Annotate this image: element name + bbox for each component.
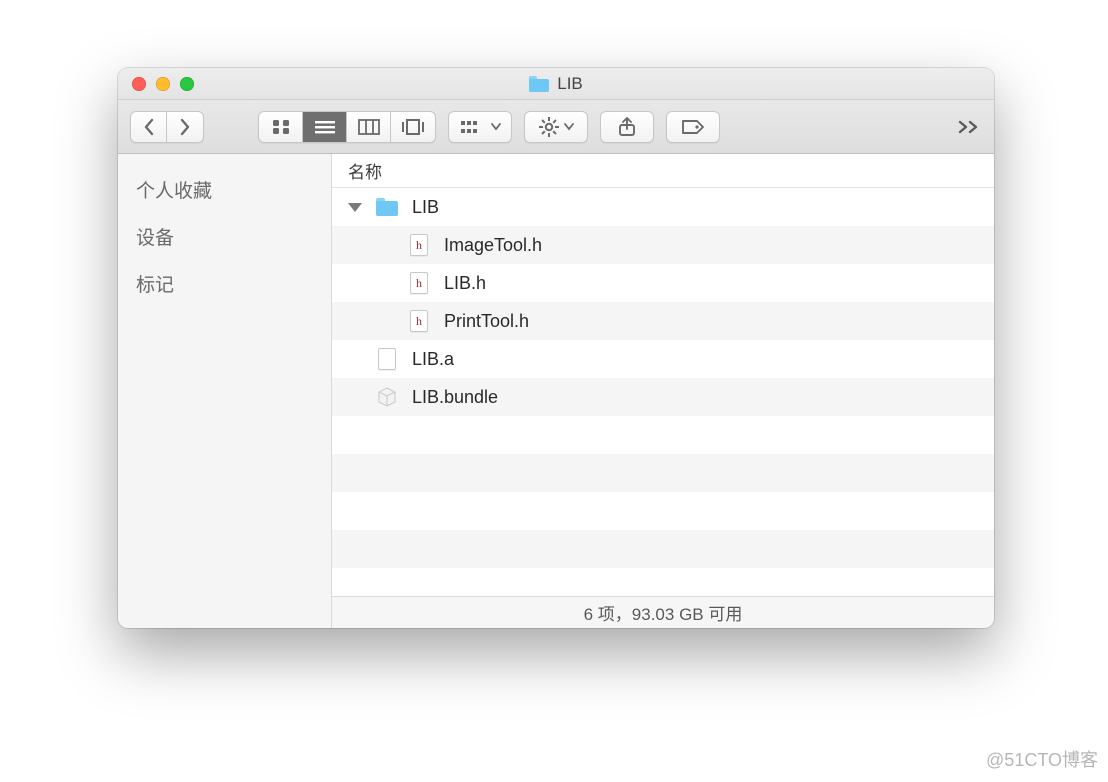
view-gallery-button[interactable]: [391, 112, 435, 142]
window-body: 个人收藏 设备 标记 名称 LIB ImageTool.h: [118, 154, 994, 628]
sidebar-item-devices[interactable]: 设备: [118, 213, 331, 260]
file-name-label: LIB.bundle: [412, 387, 498, 408]
folder-icon: [376, 196, 398, 218]
nav-segment: [130, 111, 204, 143]
more-toolbar-icon[interactable]: [956, 120, 982, 134]
grid-icon: [271, 119, 291, 135]
columns-icon: [358, 119, 380, 135]
file-name-label: ImageTool.h: [444, 235, 542, 256]
view-columns-button[interactable]: [347, 112, 391, 142]
column-header-name[interactable]: 名称: [332, 154, 994, 188]
tag-icon: [680, 118, 706, 136]
chevron-down-icon: [491, 123, 501, 131]
watermark-text: @51CTO博客: [986, 746, 1098, 772]
empty-rows: [332, 416, 994, 596]
window-controls: [132, 77, 194, 91]
bundle-icon: [376, 386, 398, 408]
file-icon: [376, 348, 398, 370]
chevron-down-icon: [564, 123, 574, 131]
share-button[interactable]: [600, 111, 654, 143]
forward-button[interactable]: [167, 112, 203, 142]
list-row-folder[interactable]: LIB: [332, 188, 994, 226]
sidebar-item-label: 个人收藏: [136, 181, 212, 202]
window-title: LIB: [118, 68, 994, 99]
list-row-file[interactable]: ImageTool.h: [332, 226, 994, 264]
status-bar: 6 项，93.03 GB 可用: [332, 596, 994, 628]
finder-window: LIB: [118, 68, 994, 628]
content-pane: 名称 LIB ImageTool.h LIB.h: [332, 154, 994, 628]
close-button[interactable]: [132, 77, 146, 91]
chevron-right-icon: [179, 118, 191, 136]
header-file-icon: [408, 310, 430, 332]
header-file-icon: [408, 272, 430, 294]
minimize-button[interactable]: [156, 77, 170, 91]
toolbar: [118, 100, 994, 154]
list-row-file[interactable]: PrintTool.h: [332, 302, 994, 340]
gear-icon: [539, 117, 559, 137]
view-list-button[interactable]: [303, 112, 347, 142]
list-icon: [314, 119, 336, 135]
tag-button[interactable]: [666, 111, 720, 143]
status-text: 6 项，93.03 GB 可用: [584, 600, 743, 625]
zoom-button[interactable]: [180, 77, 194, 91]
view-icons-button[interactable]: [259, 112, 303, 142]
file-name-label: PrintTool.h: [444, 311, 529, 332]
group-button[interactable]: [448, 111, 512, 143]
group-icon: [460, 119, 486, 135]
file-name-label: LIB.h: [444, 273, 486, 294]
view-segment: [258, 111, 436, 143]
header-file-icon: [408, 234, 430, 256]
list-row-file[interactable]: LIB.h: [332, 264, 994, 302]
window-title-text: LIB: [557, 74, 583, 94]
sidebar-item-favorites[interactable]: 个人收藏: [118, 166, 331, 213]
back-button[interactable]: [131, 112, 167, 142]
sidebar-item-label: 标记: [136, 275, 174, 296]
file-name-label: LIB: [412, 197, 439, 218]
folder-icon: [529, 76, 549, 92]
file-name-label: LIB.a: [412, 349, 454, 370]
titlebar: LIB: [118, 68, 994, 100]
disclosure-triangle-icon[interactable]: [348, 203, 362, 212]
action-button[interactable]: [524, 111, 588, 143]
sidebar-item-tags[interactable]: 标记: [118, 260, 331, 307]
sidebar-item-label: 设备: [136, 228, 174, 249]
column-header-label: 名称: [348, 158, 382, 183]
chevron-left-icon: [143, 118, 155, 136]
list-row-file[interactable]: LIB.a: [332, 340, 994, 378]
list-row-file[interactable]: LIB.bundle: [332, 378, 994, 416]
file-list: LIB ImageTool.h LIB.h PrintTool.h: [332, 188, 994, 596]
coverflow-icon: [401, 119, 425, 135]
sidebar: 个人收藏 设备 标记: [118, 154, 332, 628]
share-icon: [618, 117, 636, 137]
